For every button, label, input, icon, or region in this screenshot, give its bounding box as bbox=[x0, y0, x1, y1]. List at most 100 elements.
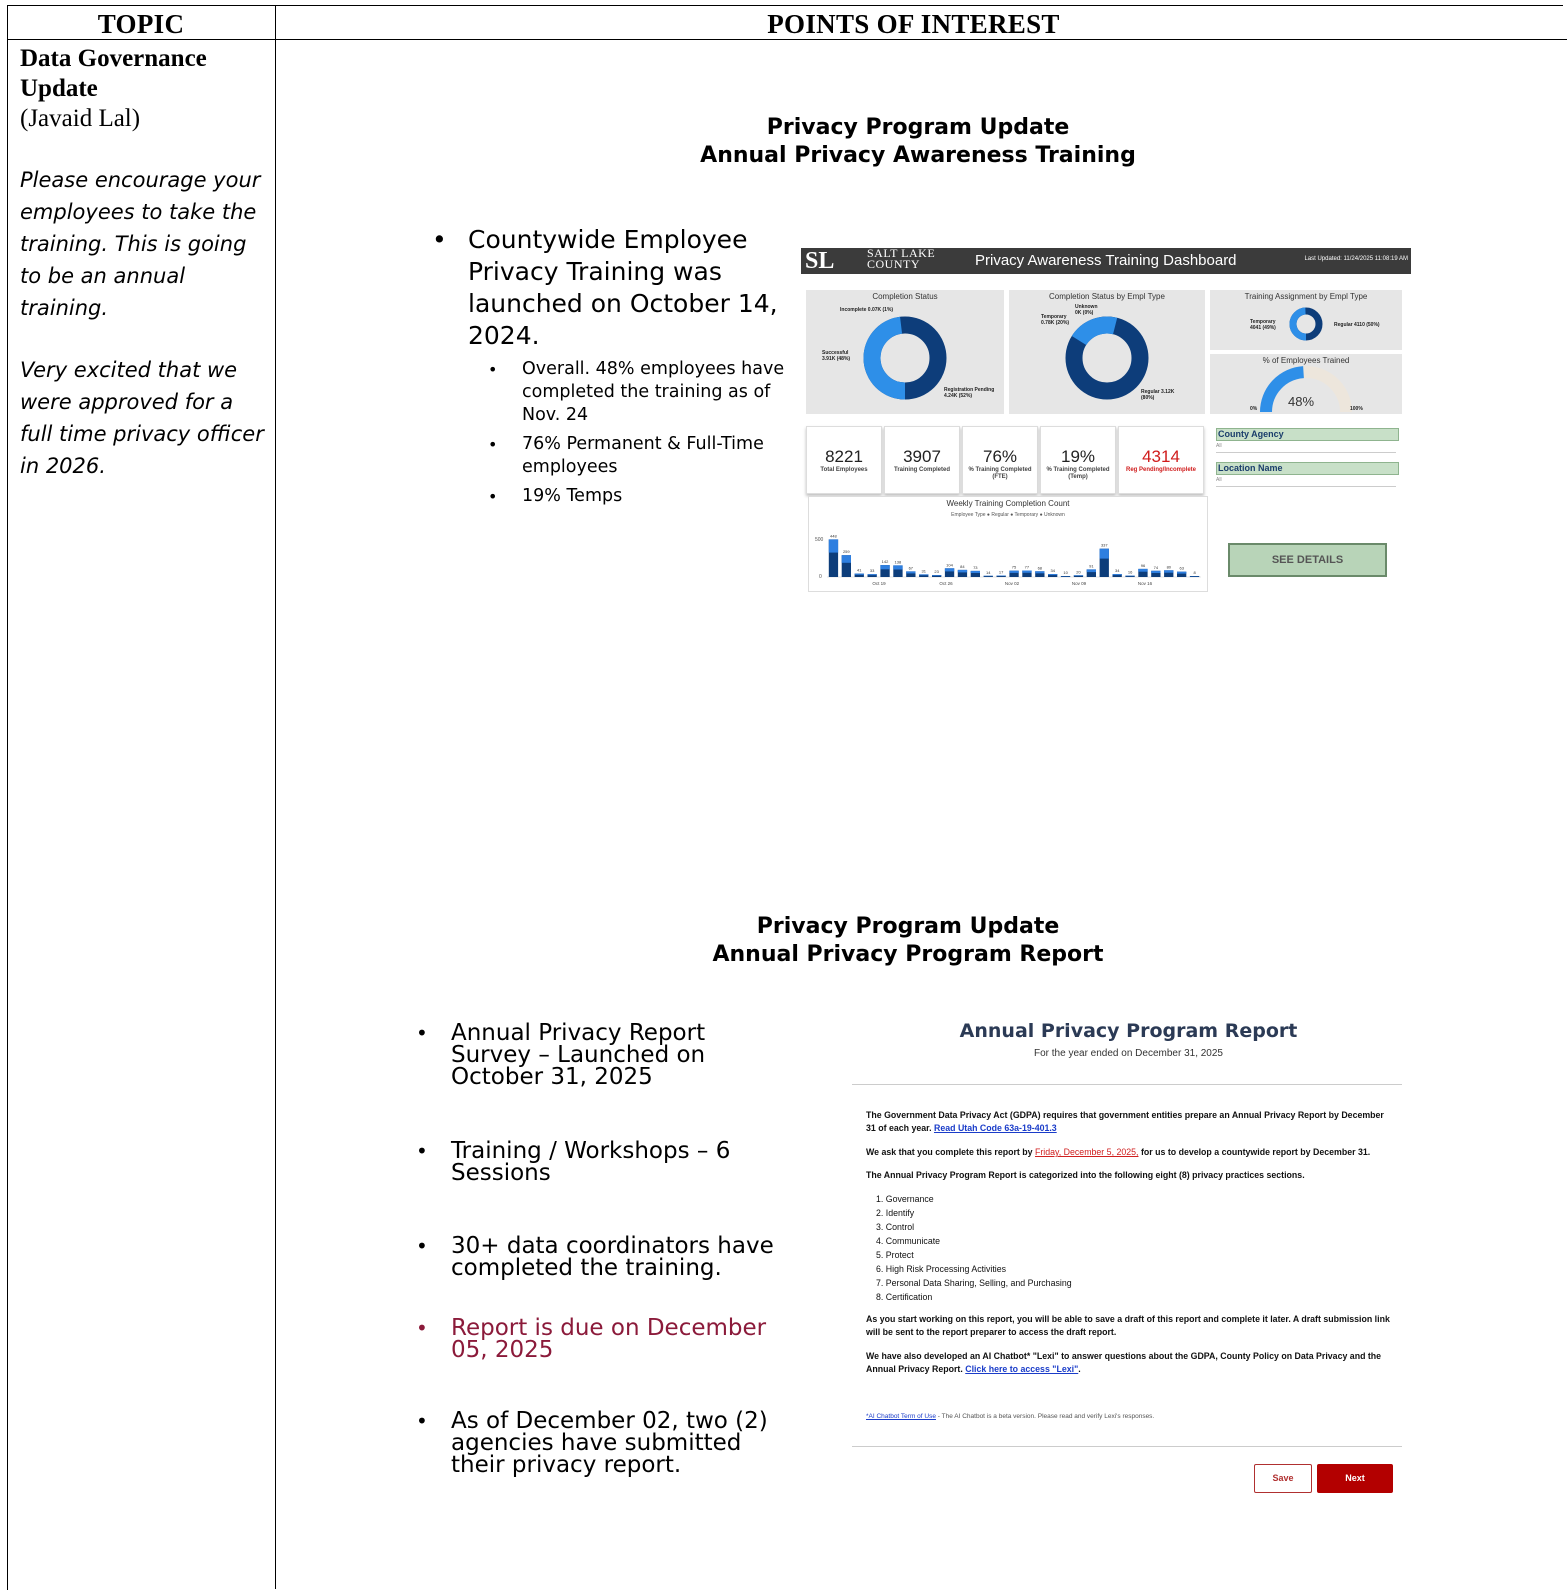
bar-segment-temporary bbox=[880, 565, 889, 569]
slide1-title-line1: Privacy Program Update bbox=[600, 114, 1236, 142]
list-item: 4. Communicate bbox=[876, 1234, 1072, 1248]
bar-segment-temporary bbox=[997, 576, 1006, 577]
x-tick-label: Oct 19 bbox=[872, 581, 886, 586]
data-label: 84 bbox=[960, 564, 965, 569]
data-label: 96 bbox=[1141, 563, 1146, 568]
bar-segment-temporary bbox=[1087, 569, 1096, 572]
report-title: Annual Privacy Program Report bbox=[852, 1020, 1405, 1042]
sections-list: 1. Governance 2. Identify 3. Control 4. … bbox=[876, 1192, 1072, 1304]
slide2-title: Privacy Program Update Annual Privacy Pr… bbox=[600, 913, 1216, 969]
bar-segment-temporary bbox=[1048, 574, 1057, 575]
bar-segment-temporary bbox=[1074, 575, 1083, 576]
topic-cell: Data Governance Update (Javaid Lal) Plea… bbox=[20, 44, 270, 482]
bar-segment-temporary bbox=[945, 568, 954, 571]
county-agency-filter-label: County Agency bbox=[1216, 428, 1399, 441]
save-button[interactable]: Save bbox=[1254, 1464, 1312, 1493]
topic-note-privacy-officer: Very excited that we were approved for a… bbox=[20, 354, 270, 482]
chatbot-end: . bbox=[1078, 1364, 1080, 1374]
assignment-donut bbox=[1210, 290, 1402, 350]
dashboard-header: SL SALT LAKE COUNTY Privacy Awareness Tr… bbox=[801, 248, 1411, 274]
bar-segment-temporary bbox=[919, 574, 928, 575]
county-agency-filter[interactable]: All bbox=[1216, 443, 1396, 453]
kpi-label: Training Completed bbox=[885, 467, 959, 474]
report-bullet: As of December 02, two (2) agencies have… bbox=[416, 1410, 781, 1476]
topic-title-line1: Data Governance bbox=[20, 44, 270, 74]
list-item: 5. Protect bbox=[876, 1248, 1072, 1262]
data-label: 68 bbox=[1038, 565, 1043, 570]
bar-segment-temporary bbox=[855, 574, 864, 575]
county-logo: SL bbox=[805, 250, 834, 272]
x-tick-label: Nov 02 bbox=[1005, 581, 1020, 586]
training-main-bullet: Countywide Employee Privacy Training was… bbox=[432, 224, 792, 352]
location-name-filter[interactable]: All bbox=[1216, 477, 1396, 487]
bar-segment-temporary bbox=[906, 571, 915, 573]
list-item: 3. Control bbox=[876, 1220, 1072, 1234]
data-label: 91 bbox=[1089, 563, 1094, 568]
data-label: 77 bbox=[1025, 565, 1030, 570]
kpi-label: Total Employees bbox=[807, 467, 881, 474]
training-sub-bullet: 76% Permanent & Full-Time employees bbox=[488, 433, 792, 479]
dashboard-title: Privacy Awareness Training Dashboard bbox=[975, 251, 1237, 271]
bar-segment-temporary bbox=[1177, 572, 1186, 574]
bar-segment-temporary bbox=[1035, 571, 1044, 573]
label-unknown: Unknown 0K (0%) bbox=[1075, 304, 1105, 316]
location-name-filter-label: Location Name bbox=[1216, 462, 1399, 475]
report-subtitle: For the year ended on December 31, 2025 bbox=[852, 1048, 1405, 1059]
pct-trained-panel: % of Employees Trained 48% 0% 100% bbox=[1210, 354, 1402, 414]
slide1-title: Privacy Program Update Annual Privacy Aw… bbox=[600, 114, 1236, 170]
kpi-training-completed: 3907 Training Completed bbox=[884, 426, 960, 494]
data-label: 259 bbox=[843, 549, 850, 554]
report-sections-intro: The Annual Privacy Program Report is cat… bbox=[866, 1169, 1396, 1182]
data-label: 34 bbox=[1050, 568, 1055, 573]
bar-segment-temporary bbox=[958, 570, 967, 573]
bar-segment-temporary bbox=[1138, 569, 1147, 572]
training-sub-bullet: Overall. 48% employees have completed th… bbox=[488, 358, 792, 427]
slide1-title-line2: Annual Privacy Awareness Training bbox=[600, 142, 1236, 170]
training-bullets: Countywide Employee Privacy Training was… bbox=[432, 224, 792, 508]
label-incomplete: Incomplete 0.07K (1%) bbox=[840, 307, 893, 313]
data-label: 74 bbox=[1154, 565, 1159, 570]
topic-title-line2: Update bbox=[20, 74, 270, 104]
data-label: 17 bbox=[999, 570, 1004, 575]
divider bbox=[852, 1084, 1402, 1085]
list-item: 6. High Risk Processing Activities bbox=[876, 1262, 1072, 1276]
header-divider bbox=[7, 39, 1567, 40]
topic-presenter: (Javaid Lal) bbox=[20, 104, 270, 134]
terms-link[interactable]: *AI Chatbot Term of Use bbox=[866, 1413, 936, 1420]
data-label: 138 bbox=[895, 559, 902, 564]
y-tick-label: 0 bbox=[819, 574, 822, 580]
utah-code-link[interactable]: Read Utah Code 63a-19-401.3 bbox=[934, 1123, 1057, 1133]
topic-column-header: TOPIC bbox=[7, 7, 275, 39]
completion-by-type-panel: Completion Status by Empl Type Unknown 0… bbox=[1009, 290, 1205, 414]
report-bullet: Annual Privacy Report Survey – Launched … bbox=[416, 1022, 781, 1088]
data-label: 14 bbox=[986, 570, 991, 575]
kpi-label: % Training Completed (FTE) bbox=[963, 467, 1037, 481]
kpi-value: 4314 bbox=[1119, 447, 1203, 467]
list-item: 1. Governance bbox=[876, 1192, 1072, 1206]
lexi-link[interactable]: Click here to access "Lexi" bbox=[965, 1364, 1078, 1374]
data-label: 16 bbox=[1128, 570, 1133, 575]
data-label: 41 bbox=[857, 568, 862, 573]
data-label: 63 bbox=[1179, 566, 1184, 571]
data-label: 80 bbox=[1167, 564, 1172, 569]
bar-segment-temporary bbox=[971, 571, 980, 573]
bar-segment-temporary bbox=[1113, 574, 1122, 575]
report-draft-note: As you start working on this report, you… bbox=[866, 1313, 1396, 1339]
report-bullet: Training / Workshops – 6 Sessions bbox=[416, 1140, 781, 1184]
topic-note-training: Please encourage your employees to take … bbox=[20, 164, 270, 324]
bar-segment-temporary bbox=[893, 565, 902, 569]
divider bbox=[852, 1446, 1402, 1447]
label-assign-regular: Regular 4110 (50%) bbox=[1334, 322, 1396, 328]
label-temporary: Temporary 0.78K (20%) bbox=[1041, 314, 1075, 326]
training-sub-bullet: 19% Temps bbox=[488, 485, 792, 508]
see-details-button[interactable]: SEE DETAILS bbox=[1228, 543, 1387, 577]
gauge-max: 100% bbox=[1350, 406, 1363, 412]
next-button[interactable]: Next bbox=[1317, 1464, 1393, 1493]
bar-segment-temporary bbox=[1009, 571, 1018, 573]
kpi-value: 8221 bbox=[807, 447, 881, 467]
deadline-date-link[interactable]: Friday, December 5, 2025, bbox=[1035, 1147, 1139, 1157]
bar-segment-temporary bbox=[1022, 571, 1031, 573]
deadline-pre: We ask that you complete this report by bbox=[866, 1147, 1033, 1157]
annual-report-form: Annual Privacy Program Report For the ye… bbox=[852, 1015, 1402, 1505]
kpi-value: 3907 bbox=[885, 447, 959, 467]
